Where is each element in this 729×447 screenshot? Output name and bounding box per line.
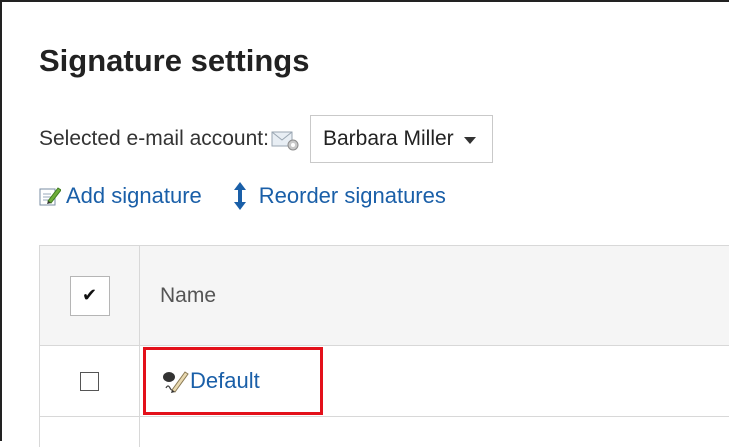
- page-title: Signature settings: [39, 43, 310, 78]
- select-all-checkbox[interactable]: ✔: [69, 275, 110, 316]
- add-signature-label: Add signature: [66, 183, 202, 208]
- row-name-cell-partial: [140, 417, 729, 447]
- row-name-cell: Default: [140, 346, 729, 416]
- row-check-cell: [40, 346, 140, 416]
- account-label: Selected e-mail account:: [39, 127, 269, 150]
- account-dropdown[interactable]: Barbara Miller: [309, 115, 493, 163]
- table-row: Default: [40, 346, 729, 417]
- signature-pen-icon: [163, 371, 189, 393]
- actions-toolbar: Add signature Reorder signatures: [39, 179, 446, 213]
- row-checkbox[interactable]: [80, 371, 99, 391]
- add-signature-link[interactable]: Add signature: [39, 183, 202, 209]
- signature-name: Default: [190, 368, 260, 393]
- row-check-cell-partial: [40, 417, 140, 447]
- header-check-cell: ✔: [40, 246, 140, 345]
- reorder-arrows-icon: [233, 182, 246, 210]
- table-header-row: ✔ Name: [40, 246, 729, 346]
- mail-settings-icon: [271, 126, 301, 152]
- signature-link-default[interactable]: Default: [160, 366, 260, 396]
- reorder-signatures-link[interactable]: Reorder signatures: [232, 181, 446, 211]
- signature-settings-panel: Signature settings Selected e-mail accou…: [0, 0, 729, 447]
- highlight-box: Default: [143, 347, 323, 415]
- account-selector-row: Selected e-mail account: Barbara Miller: [39, 115, 493, 163]
- table-row-partial: [40, 417, 729, 447]
- caret-down-icon: [463, 136, 476, 144]
- add-signature-icon: [39, 187, 61, 206]
- signature-table: ✔ Name Default: [39, 245, 729, 447]
- account-dropdown-value: Barbara Miller: [322, 127, 454, 150]
- reorder-signatures-label: Reorder signatures: [258, 183, 446, 208]
- column-header-name: Name: [160, 283, 217, 307]
